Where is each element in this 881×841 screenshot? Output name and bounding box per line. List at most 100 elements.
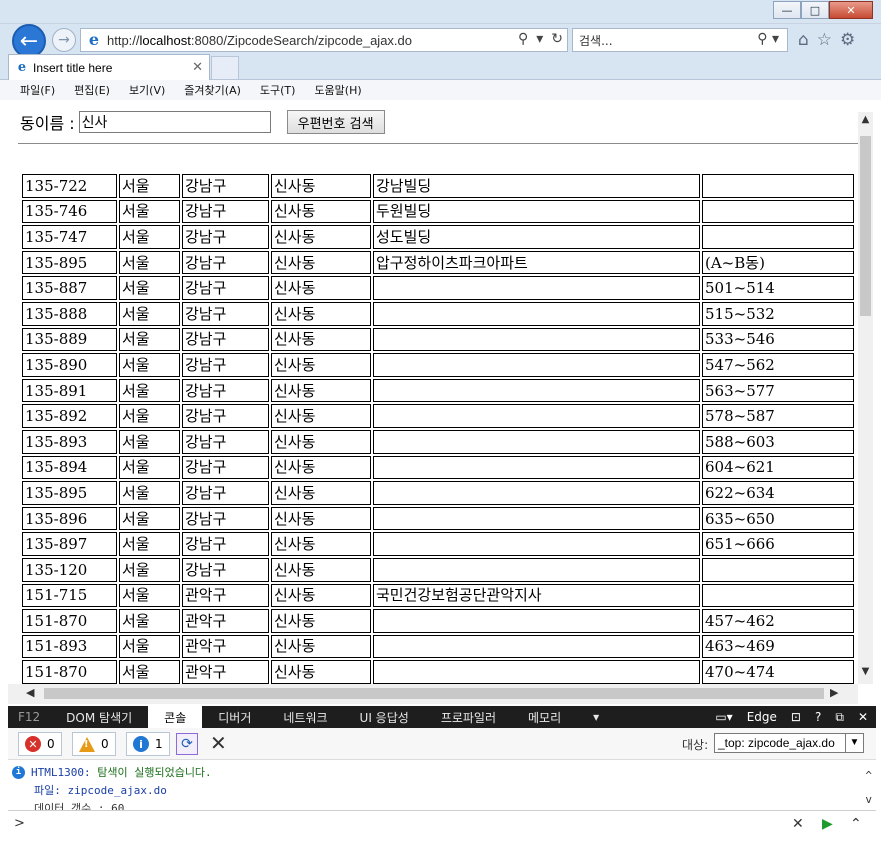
dropdown-icon[interactable]: ▾ (536, 31, 543, 47)
tab-debugger[interactable]: 디버거 (202, 706, 267, 728)
new-tab-button[interactable] (211, 56, 239, 80)
console-count-line: 데이터 갯수 : 60 (34, 802, 125, 810)
vertical-scrollbar[interactable]: ▲ ▼ (858, 112, 873, 684)
run-icon[interactable]: ▶ (822, 816, 833, 832)
table-cell: 신사동 (271, 429, 371, 454)
url-host: localhost (139, 32, 191, 48)
console-input[interactable]: > ✕ ▶ ⌃ (8, 810, 876, 838)
table-cell: 서울 (119, 301, 180, 326)
table-cell (702, 174, 854, 198)
console-scroll-icons[interactable]: ^ v (865, 764, 872, 810)
search-icon[interactable]: ⚲ (518, 31, 528, 47)
close-devtools-icon[interactable]: ✕ (858, 710, 868, 724)
table-row: 135-888 서울 강남구 신사동 515~532 (22, 301, 854, 326)
address-bar[interactable]: e http://localhost:8080/ZipcodeSearch/zi… (80, 28, 568, 52)
table-cell: 588~603 (702, 429, 854, 454)
table-cell: 457~462 (702, 609, 854, 633)
table-cell: 관악구 (182, 583, 269, 608)
table-cell: 463~469 (702, 634, 854, 659)
table-cell: 135-746 (22, 199, 117, 224)
table-cell: 135-895 (22, 481, 117, 505)
error-icon: ✕ (25, 736, 41, 752)
table-cell: 135-889 (22, 327, 117, 352)
table-cell: 135-897 (22, 532, 117, 556)
table-cell: 135-887 (22, 276, 117, 300)
tab-profiler[interactable]: 프로파일러 (425, 706, 512, 728)
tab-console[interactable]: 콘솔 (148, 706, 203, 728)
favorites-star-icon[interactable]: ☆ (817, 30, 832, 50)
clear-on-navigate-icon[interactable]: ⟳ (176, 733, 198, 755)
minimize-button[interactable]: — (773, 1, 801, 19)
warnings-filter-button[interactable]: ! 0 (72, 732, 116, 756)
table-cell: 강남구 (182, 250, 269, 275)
scroll-left-icon[interactable]: ◀ (26, 686, 34, 699)
search-dropdown-icon[interactable]: ⚲ ▾ (757, 31, 779, 47)
table-cell: 관악구 (182, 660, 269, 684)
tab-dom-explorer[interactable]: DOM 탐색기 (50, 706, 148, 728)
table-cell: 강남구 (182, 557, 269, 582)
menu-view[interactable]: 보기(V) (129, 82, 165, 98)
clear-input-icon[interactable]: ✕ (792, 816, 804, 832)
tab-memory[interactable]: 메모리 (512, 706, 577, 728)
errors-filter-button[interactable]: ✕ 0 (18, 732, 62, 756)
toolbar-icons: ⌂ ☆ ⚙ (798, 30, 855, 50)
gear-icon[interactable]: ⚙ (840, 30, 855, 50)
info-filter-button[interactable]: i 1 (126, 732, 170, 756)
table-cell: 515~532 (702, 301, 854, 326)
menu-help[interactable]: 도움말(H) (314, 82, 361, 98)
scroll-up-icon[interactable]: ▲ (858, 114, 873, 130)
more-tabs-icon[interactable]: ▾ (577, 706, 615, 728)
menu-file[interactable]: 파일(F) (20, 82, 55, 98)
devtools-right-controls: ▭▾ Edge ⊡ ? ⧉ ✕ (715, 706, 868, 728)
maximize-button[interactable]: □ (801, 1, 829, 19)
console-file-line[interactable]: 파일: zipcode_ajax.do (34, 782, 167, 798)
help-icon[interactable]: ? (815, 710, 821, 724)
close-window-button[interactable]: ✕ (829, 1, 873, 19)
refresh-icon[interactable]: ↻ (551, 31, 563, 47)
message-text: 탐색이 실행되었습니다. (97, 766, 212, 779)
document-mode[interactable]: Edge (747, 710, 777, 724)
back-button[interactable]: ← (12, 24, 46, 58)
forward-button[interactable]: → (52, 28, 76, 52)
horizontal-scrollbar[interactable]: ◀ ▶ (8, 684, 858, 704)
table-cell: 151-715 (22, 583, 117, 608)
console-toggle-icon[interactable]: ⊡ (791, 710, 801, 724)
menu-edit[interactable]: 편집(E) (74, 82, 110, 98)
table-row: 135-747 서울 강남구 신사동 성도빌딩 (22, 225, 854, 249)
table-cell: 신사동 (271, 199, 371, 224)
scroll-down-icon[interactable]: ▼ (858, 666, 873, 682)
search-input[interactable]: 검색... ⚲ ▾ (572, 28, 788, 52)
dong-input[interactable] (78, 111, 271, 133)
scroll-right-icon[interactable]: ▶ (830, 686, 838, 699)
table-cell: 서울 (119, 250, 180, 275)
table-cell: 신사동 (271, 583, 371, 608)
table-cell: 578~587 (702, 404, 854, 428)
table-cell: 635~650 (702, 506, 854, 531)
menu-favorites[interactable]: 즐겨찾기(A) (184, 82, 241, 98)
target-select[interactable]: _top: zipcode_ajax.do ▼ (714, 733, 864, 753)
address-url[interactable]: http://localhost:8080/ZipcodeSearch/zipc… (107, 33, 412, 48)
tab-network[interactable]: 네트워크 (267, 706, 343, 728)
zipcode-search-button[interactable]: 우편번호 검색 (286, 110, 385, 134)
table-cell: 신사동 (271, 327, 371, 352)
clear-console-icon[interactable]: ✕ (210, 731, 227, 755)
horizontal-scroll-thumb[interactable] (44, 688, 824, 699)
tab-insert-title[interactable]: e Insert title here ✕ (8, 54, 210, 80)
url-prefix: http:// (107, 32, 140, 48)
close-tab-icon[interactable]: ✕ (192, 59, 203, 75)
vertical-scroll-thumb[interactable] (860, 136, 871, 316)
expand-icon[interactable]: ⌃ (850, 816, 862, 832)
emulation-icon[interactable]: ▭▾ (715, 710, 732, 724)
chevron-down-icon[interactable]: ▼ (845, 734, 863, 752)
tab-ui-responsiveness[interactable]: UI 응답성 (344, 706, 425, 728)
table-cell (373, 429, 700, 454)
menu-tools[interactable]: 도구(T) (260, 82, 296, 98)
table-cell (373, 378, 700, 403)
home-icon[interactable]: ⌂ (798, 30, 809, 50)
menu-bar: 파일(F) 편집(E) 보기(V) 즐겨찾기(A) 도구(T) 도움말(H) (0, 80, 881, 100)
info-icon: i (12, 765, 25, 779)
table-cell: 강남구 (182, 404, 269, 428)
undock-icon[interactable]: ⧉ (835, 710, 844, 725)
table-cell (373, 276, 700, 300)
table-cell: 622~634 (702, 481, 854, 505)
